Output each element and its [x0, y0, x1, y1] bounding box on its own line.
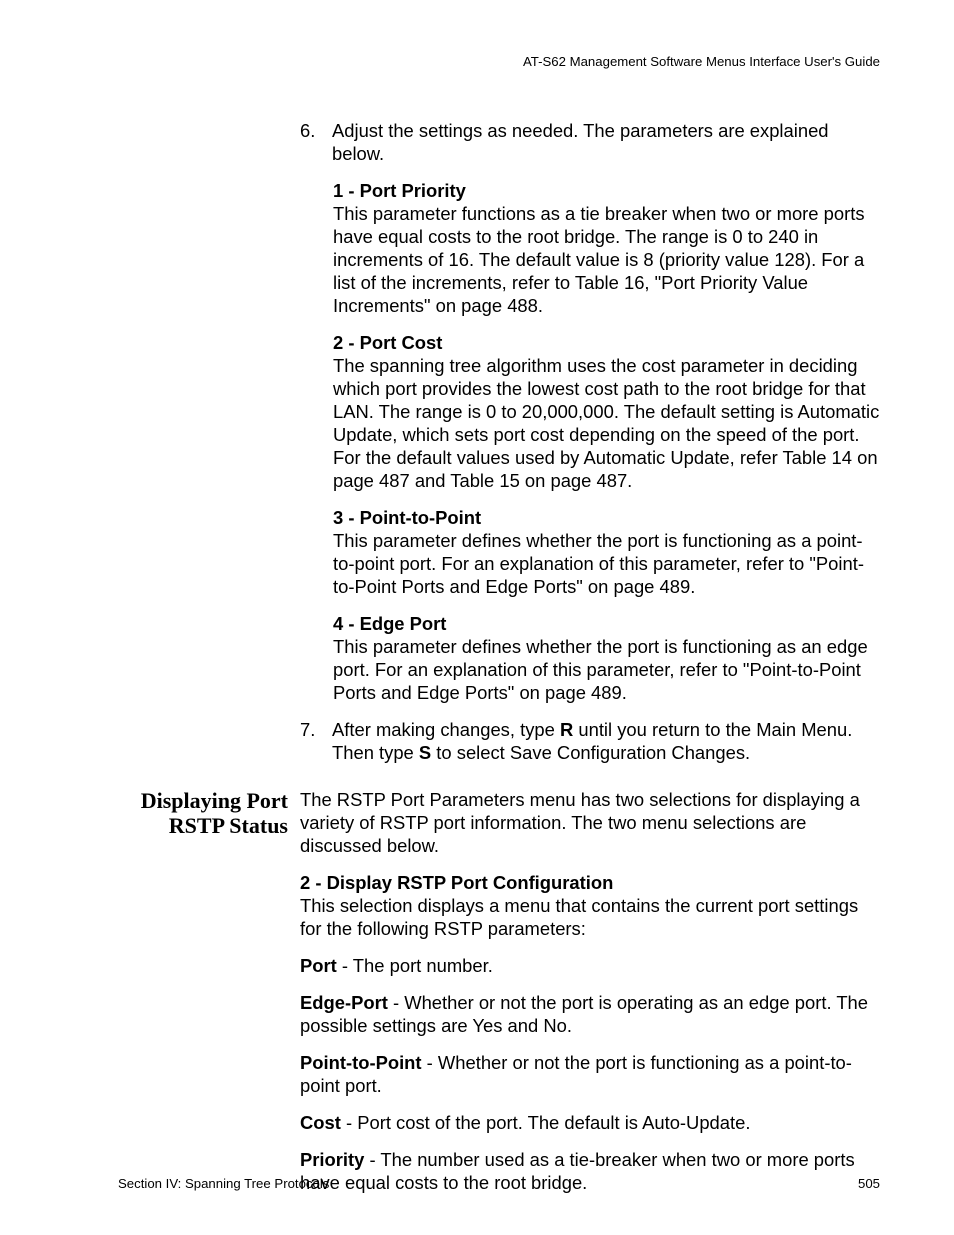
footer-page-number: 505	[858, 1176, 880, 1193]
heading-line: RSTP Status	[169, 813, 288, 838]
page: AT-S62 Management Software Menus Interfa…	[118, 54, 880, 1208]
param-body: This parameter defines whether the port …	[333, 529, 880, 598]
step-7-text: After making changes, type R until you r…	[332, 718, 880, 764]
term: Port	[300, 955, 337, 976]
param-title: 2 - Port Cost	[333, 331, 880, 354]
step-6-number: 6.	[300, 119, 320, 165]
footer-section: Section IV: Spanning Tree Protocols	[118, 1176, 329, 1193]
param-body: This parameter defines whether the port …	[333, 635, 880, 704]
running-head: AT-S62 Management Software Menus Interfa…	[118, 54, 880, 71]
step-6: 6. Adjust the settings as needed. The pa…	[300, 119, 880, 165]
param-point-to-point: 3 - Point-to-Point This parameter define…	[333, 506, 880, 598]
def-cost: Cost - Port cost of the port. The defaul…	[300, 1111, 880, 1134]
param-title: 1 - Port Priority	[333, 179, 880, 202]
param-title: 4 - Edge Port	[333, 612, 880, 635]
param-port-priority: 1 - Port Priority This parameter functio…	[333, 179, 880, 317]
def-edge-port: Edge-Port - Whether or not the port is o…	[300, 991, 880, 1037]
heading-line: Displaying Port	[141, 788, 288, 813]
subsection-title: 2 - Display RSTP Port Configuration	[300, 871, 880, 894]
key-s: S	[419, 742, 431, 763]
text: After making changes, type	[332, 719, 560, 740]
term: Edge-Port	[300, 992, 388, 1013]
term: Priority	[300, 1149, 364, 1170]
step-7-number: 7.	[300, 718, 320, 764]
section-displaying-port-rstp-status: Displaying Port RSTP Status The RSTP Por…	[118, 788, 880, 1208]
section-body: The RSTP Port Parameters menu has two se…	[300, 788, 880, 1208]
term: Cost	[300, 1112, 341, 1133]
def-point-to-point: Point-to-Point - Whether or not the port…	[300, 1051, 880, 1097]
definition: - Port cost of the port. The default is …	[341, 1112, 751, 1133]
page-footer: Section IV: Spanning Tree Protocols 505	[118, 1176, 880, 1193]
definition: - The port number.	[337, 955, 493, 976]
section-heading: Displaying Port RSTP Status	[118, 788, 300, 839]
section-intro: The RSTP Port Parameters menu has two se…	[300, 788, 880, 857]
step-6-text: Adjust the settings as needed. The param…	[332, 119, 880, 165]
def-port: Port - The port number.	[300, 954, 880, 977]
param-body: This parameter functions as a tie breake…	[333, 202, 880, 317]
param-port-cost: 2 - Port Cost The spanning tree algorith…	[333, 331, 880, 492]
param-edge-port: 4 - Edge Port This parameter defines whe…	[333, 612, 880, 704]
param-body: The spanning tree algorithm uses the cos…	[333, 354, 880, 492]
text: to select Save Configuration Changes.	[431, 742, 750, 763]
subsection-body: This selection displays a menu that cont…	[300, 894, 880, 940]
term: Point-to-Point	[300, 1052, 422, 1073]
param-title: 3 - Point-to-Point	[333, 506, 880, 529]
step-7: 7. After making changes, type R until yo…	[300, 718, 880, 764]
key-r: R	[560, 719, 573, 740]
subsection-display-rstp-port-config: 2 - Display RSTP Port Configuration This…	[300, 871, 880, 940]
